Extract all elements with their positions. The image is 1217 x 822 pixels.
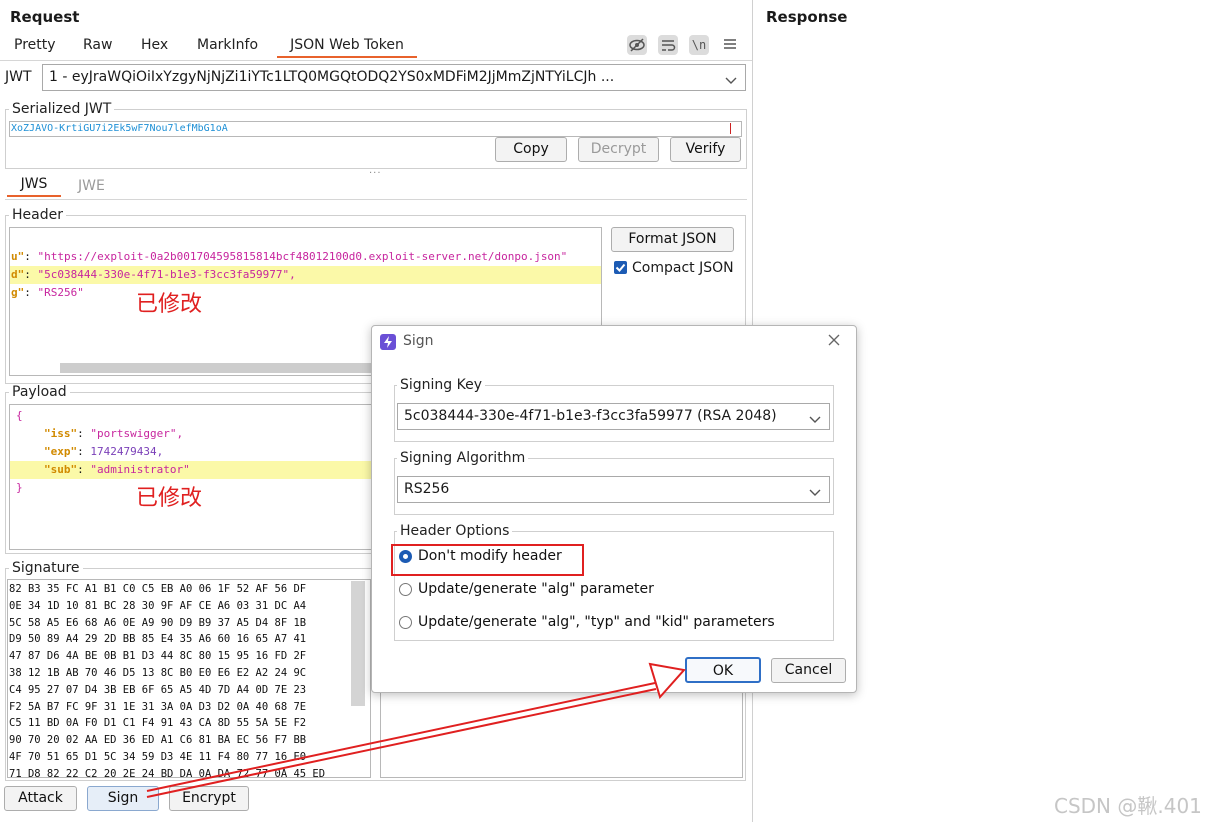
annotation-arrow	[146, 662, 686, 798]
